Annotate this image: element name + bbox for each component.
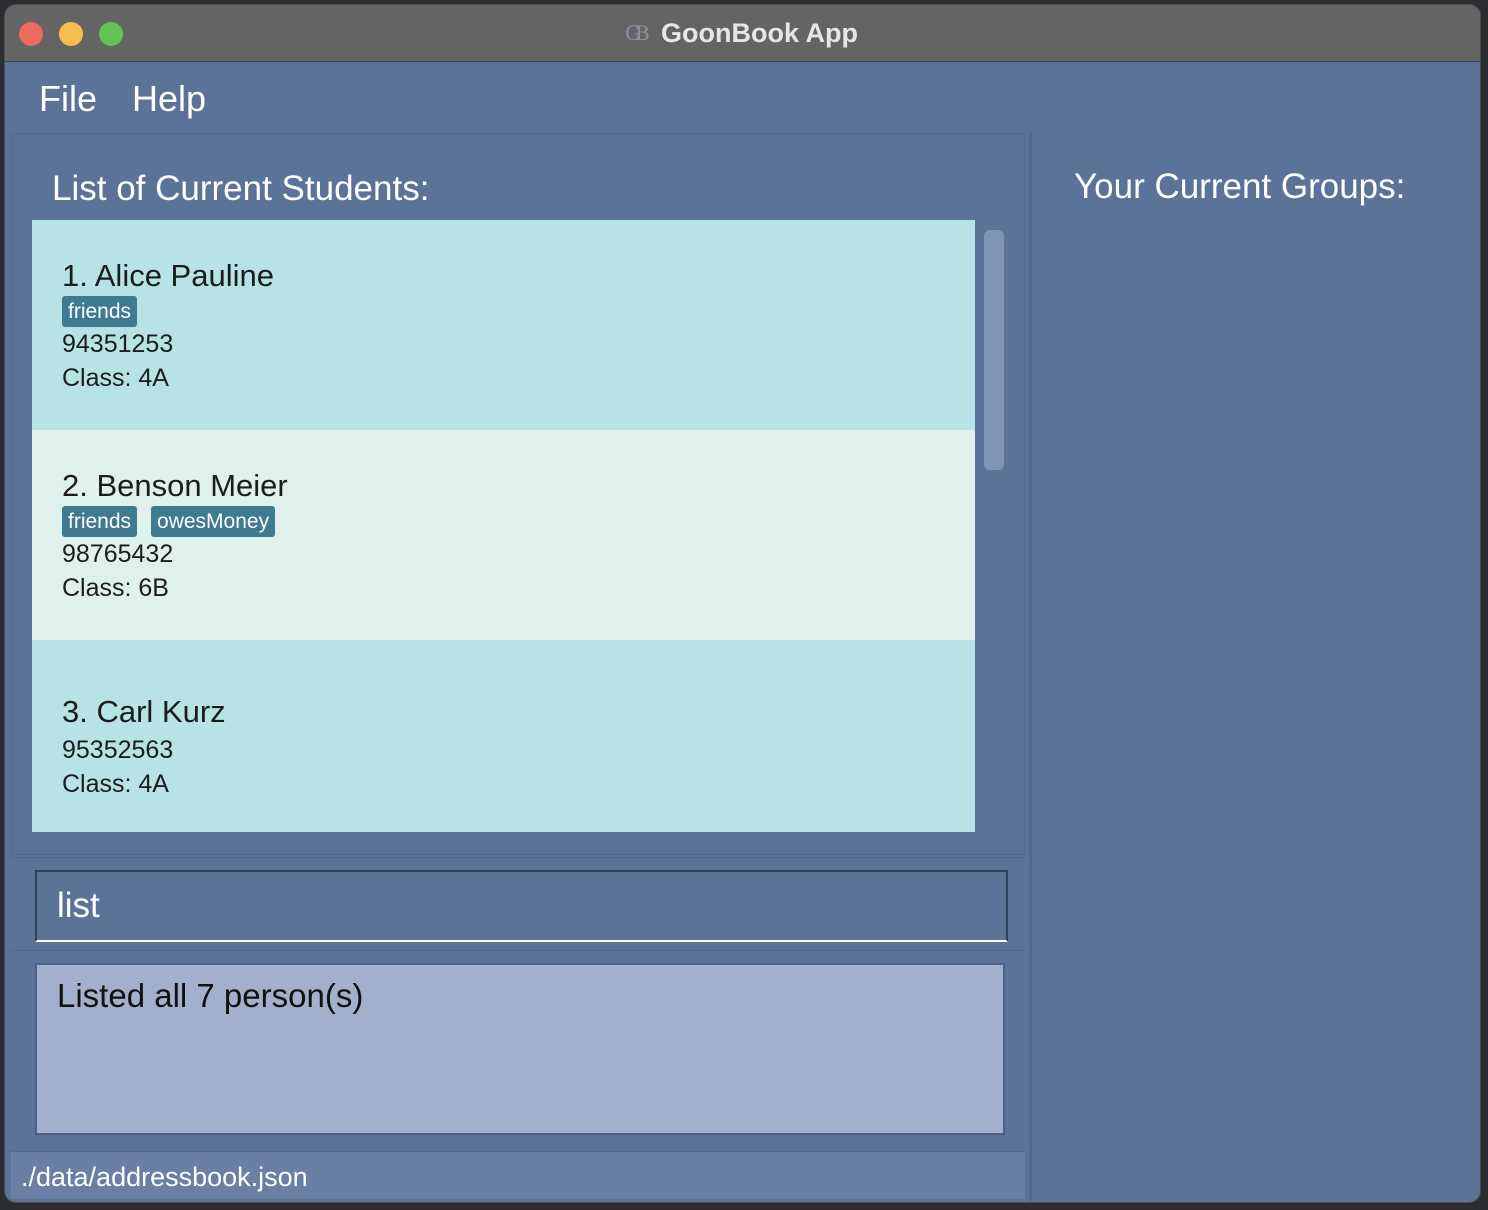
menu-file[interactable]: File bbox=[39, 78, 97, 120]
student-card[interactable]: 1. Alice Pauline friends 94351253 Class:… bbox=[32, 220, 975, 430]
menu-help[interactable]: Help bbox=[132, 78, 206, 120]
student-name: 1. Alice Pauline bbox=[62, 258, 274, 293]
title-bar: GB GoonBook App bbox=[5, 5, 1480, 62]
data-file-path: ./data/addressbook.json bbox=[21, 1162, 308, 1192]
student-list-scrollbar[interactable] bbox=[984, 230, 1004, 470]
command-panel bbox=[11, 857, 1025, 951]
students-panel: List of Current Students: 1. Alice Pauli… bbox=[11, 133, 1025, 855]
goonbook-logo-icon: GB bbox=[625, 21, 650, 45]
student-tags: friends bbox=[62, 296, 138, 327]
groups-panel-title: Your Current Groups: bbox=[1074, 167, 1406, 206]
student-tags: friends owesMoney bbox=[62, 506, 276, 537]
student-name: 3. Carl Kurz bbox=[62, 694, 226, 729]
window-title: GoonBook App bbox=[661, 17, 858, 48]
student-card[interactable]: 2. Benson Meier friends owesMoney 987654… bbox=[32, 430, 975, 640]
status-bar: ./data/addressbook.json bbox=[11, 1151, 1025, 1199]
zoom-window-button[interactable] bbox=[99, 22, 123, 46]
result-display: Listed all 7 person(s) bbox=[35, 963, 1005, 1135]
student-phone: 94351253 bbox=[62, 330, 174, 358]
student-list[interactable]: 1. Alice Pauline friends 94351253 Class:… bbox=[32, 220, 975, 832]
student-class: Class: 4A bbox=[62, 770, 169, 798]
student-name: 2. Benson Meier bbox=[62, 468, 288, 503]
student-phone: 98765432 bbox=[62, 540, 174, 568]
student-phone: 95352563 bbox=[62, 736, 174, 764]
app-window: GB GoonBook App File Help List of Curren… bbox=[4, 4, 1481, 1203]
menu-bar: File Help bbox=[5, 63, 1480, 131]
minimize-window-button[interactable] bbox=[59, 22, 83, 46]
tag-badge: friends bbox=[62, 296, 138, 327]
students-panel-title: List of Current Students: bbox=[52, 169, 430, 208]
result-panel: Listed all 7 person(s) bbox=[11, 953, 1025, 1149]
tag-badge: owesMoney bbox=[151, 506, 276, 537]
student-card[interactable]: 3. Carl Kurz 95352563 Class: 4A bbox=[32, 640, 975, 832]
result-message: Listed all 7 person(s) bbox=[57, 977, 364, 1014]
student-class: Class: 6B bbox=[62, 574, 169, 602]
command-input[interactable] bbox=[35, 870, 1008, 942]
tag-badge: friends bbox=[62, 506, 138, 537]
close-window-button[interactable] bbox=[19, 22, 43, 46]
groups-panel: Your Current Groups: bbox=[1029, 133, 1480, 1201]
student-class: Class: 4A bbox=[62, 364, 169, 392]
window-title-group: GB GoonBook App bbox=[625, 17, 858, 49]
